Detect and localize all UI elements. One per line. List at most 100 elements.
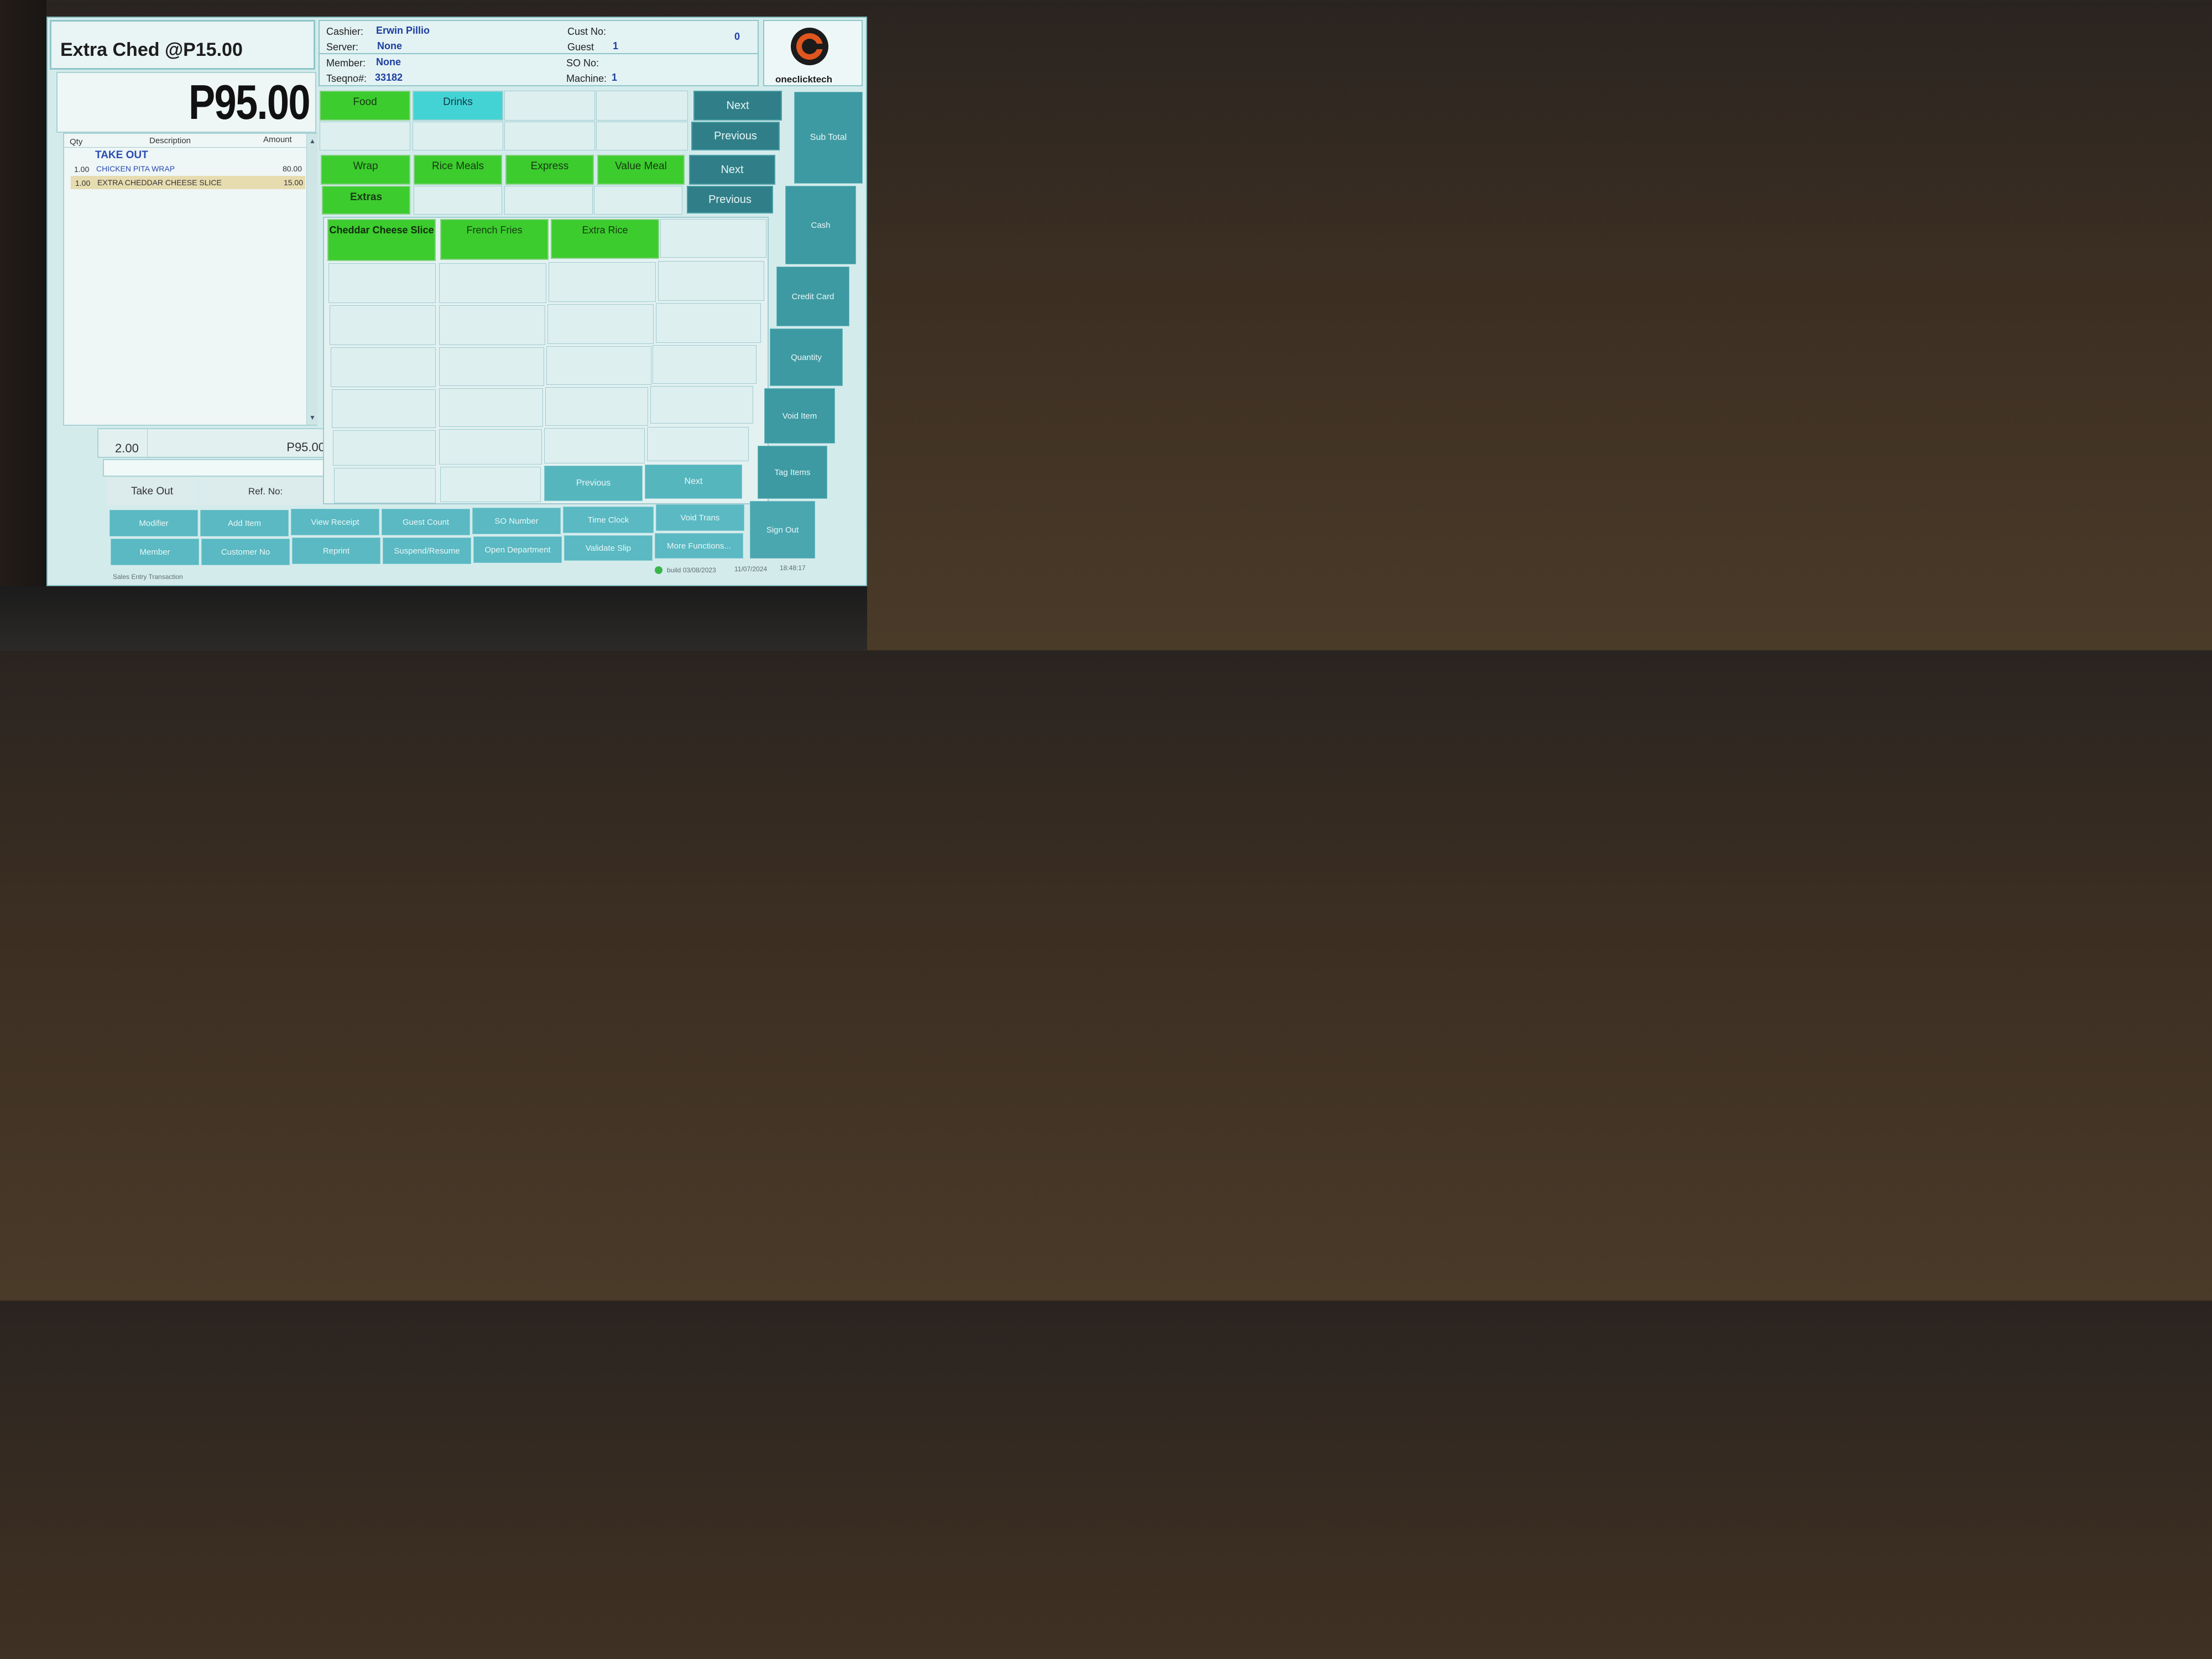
item-empty-slot[interactable] [328,263,436,303]
item-empty-slot[interactable] [334,468,436,503]
order-list: Qty Description Amount TAKE OUT 1.00 CHI… [63,133,317,426]
item-empty-slot[interactable] [660,219,766,258]
status-time: 18:48:17 [780,564,806,572]
item-empty-slot[interactable] [647,427,749,461]
item-cheddar-cheese-slice-button[interactable]: Cheddar Cheese Slice [327,219,436,261]
view-receipt-button[interactable]: View Receipt [291,509,379,535]
item-empty-slot[interactable] [544,428,645,463]
validate-slip-button[interactable]: Validate Slip [564,535,653,561]
more-functions-button[interactable]: More Functions... [655,533,743,559]
item-extra-rice-button[interactable]: Extra Rice [551,219,659,259]
item-empty-slot[interactable] [333,430,436,466]
item-empty-slot[interactable] [549,262,656,302]
item-empty-slot[interactable] [330,305,436,345]
category-empty-slot[interactable] [320,122,410,150]
item-empty-slot[interactable] [653,345,757,384]
item-next-button[interactable]: Next [645,465,742,499]
total-display: P95.00 [56,72,316,133]
scan-input[interactable] [103,459,332,477]
subcategory-next-button[interactable]: Next [689,155,775,185]
item-empty-slot[interactable] [439,263,546,303]
cashier-value: Erwin Pillio [376,25,430,36]
status-mode: Sales Entry Transaction [113,573,183,581]
item-empty-slot[interactable] [545,387,648,426]
subcategory-previous-button[interactable]: Previous [687,186,773,213]
scroll-down-icon[interactable]: ▼ [309,414,316,421]
col-qty-header: Qty [70,137,83,147]
open-department-button[interactable]: Open Department [473,536,562,563]
order-list-scrollbar[interactable]: ▲ ▼ [306,134,317,425]
guest-value: 1 [613,40,619,51]
status-build: build 03/08/2023 [667,566,716,574]
item-title-panel: Extra Ched @P15.00 [50,20,315,70]
void-trans-button[interactable]: Void Trans [656,504,744,531]
category-empty-slot[interactable] [596,91,688,121]
sub-total-button[interactable]: Sub Total [794,92,863,184]
item-empty-slot[interactable] [331,347,436,387]
tag-items-button[interactable]: Tag Items [758,446,827,499]
subcategory-empty-slot[interactable] [594,186,682,215]
item-empty-slot[interactable] [439,429,542,465]
order-row-selected[interactable]: 1.00 EXTRA CHEDDAR CHEESE SLICE 15.00 [71,176,305,189]
category-next-button[interactable]: Next [693,91,782,121]
ref-no-field[interactable]: Ref. No: [199,478,332,505]
machine-value: 1 [612,72,618,83]
category-empty-slot[interactable] [413,122,503,150]
item-empty-slot[interactable] [439,347,544,386]
cash-button[interactable]: Cash [785,186,856,264]
item-empty-slot[interactable] [656,303,761,343]
machine-label: Machine: [566,73,607,84]
summary-divider [147,429,148,457]
item-previous-button[interactable]: Previous [544,466,643,501]
oneclicktech-logo-icon [791,28,828,65]
take-out-button[interactable]: Take Out [106,478,198,505]
category-empty-slot[interactable] [596,122,688,150]
credit-card-button[interactable]: Credit Card [776,267,849,326]
customer-no-button[interactable]: Customer No [201,539,290,565]
scroll-up-icon[interactable]: ▲ [309,137,316,145]
quantity-button[interactable]: Quantity [770,328,843,386]
item-french-fries-button[interactable]: French Fries [440,219,549,260]
item-empty-slot[interactable] [440,467,541,502]
subcategory-empty-slot[interactable] [504,186,593,215]
item-empty-slot[interactable] [650,386,753,424]
item-empty-slot[interactable] [546,346,651,385]
category-drinks-button[interactable]: Drinks [413,91,503,121]
order-row-amount: 15.00 [283,178,303,187]
server-label: Server: [326,41,359,53]
sign-out-button[interactable]: Sign Out [750,501,815,559]
category-food-button[interactable]: Food [320,91,410,121]
member-button[interactable]: Member [111,539,199,565]
item-empty-slot[interactable] [658,261,764,301]
guest-count-button[interactable]: Guest Count [382,509,470,535]
category-previous-button[interactable]: Previous [691,122,780,150]
subcategory-express-button[interactable]: Express [505,155,594,185]
subcategory-rice-meals-button[interactable]: Rice Meals [414,155,502,185]
time-clock-button[interactable]: Time Clock [563,507,654,533]
item-empty-slot[interactable] [332,389,436,428]
so-number-button[interactable]: SO Number [472,508,561,534]
add-item-button[interactable]: Add Item [200,510,289,536]
subcategory-empty-slot[interactable] [414,186,502,215]
item-empty-slot[interactable] [547,304,654,344]
item-empty-slot[interactable] [439,305,545,345]
col-desc-header: Description [149,136,191,145]
order-summary: 2.00 P95.00 [97,428,332,458]
category-empty-slot[interactable] [504,122,595,150]
order-row-qty: 1.00 [74,165,90,174]
cashier-label: Cashier: [326,26,364,37]
subcategory-wrap-button[interactable]: Wrap [321,155,410,185]
summary-qty: 2.00 [115,441,139,455]
transaction-info-panel: Cashier: Erwin Pillio Server: None Membe… [319,20,759,86]
order-row[interactable]: 1.00 CHICKEN PITA WRAP 80.00 [67,163,305,175]
subcategory-extras-button[interactable]: Extras [322,186,410,215]
suspend-resume-button[interactable]: Suspend/Resume [383,538,471,564]
item-empty-slot[interactable] [439,388,543,427]
modifier-button[interactable]: Modifier [109,510,198,536]
subcategory-value-meal-button[interactable]: Value Meal [597,155,685,185]
server-value: None [377,40,402,51]
logo-text: oneclicktech [775,74,832,85]
category-empty-slot[interactable] [504,91,595,121]
reprint-button[interactable]: Reprint [292,538,380,564]
void-item-button[interactable]: Void Item [764,388,835,444]
